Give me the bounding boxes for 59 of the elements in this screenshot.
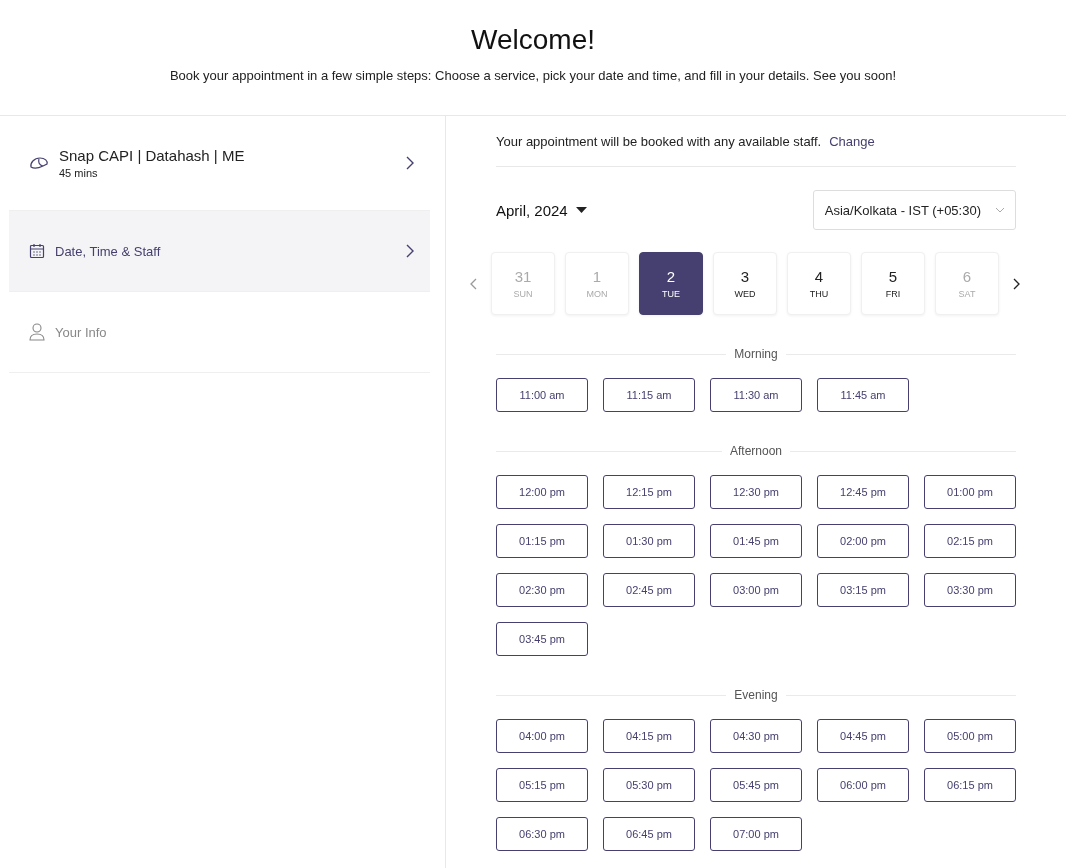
time-slot-button[interactable]: 12:00 pm [496, 475, 588, 509]
time-slot-button[interactable]: 12:30 pm [710, 475, 802, 509]
time-slot-button[interactable]: 01:15 pm [496, 524, 588, 558]
chevron-down-icon [995, 207, 1005, 213]
time-slot-button[interactable]: 02:15 pm [924, 524, 1016, 558]
step-label: Date, Time & Staff [55, 243, 162, 259]
day-card[interactable]: 3 WED [713, 252, 777, 315]
calendar-icon [29, 243, 45, 259]
time-slot-button[interactable]: 12:45 pm [817, 475, 909, 509]
step-label: Snap CAPI | Datahash | ME [59, 147, 246, 164]
section-heading: Morning [734, 347, 778, 361]
time-slot-button[interactable]: 02:45 pm [603, 573, 695, 607]
step-item[interactable]: Date, Time & Staff [9, 211, 430, 292]
day-card[interactable]: 4 THU [787, 252, 851, 315]
time-slot-button[interactable]: 11:00 am [496, 378, 588, 412]
chevron-left-icon [470, 277, 477, 290]
chevron-right-icon [406, 156, 414, 170]
staff-note: Your appointment will be booked with any available staff. [496, 133, 822, 149]
chevron-right-icon [1013, 277, 1020, 290]
time-slot-button[interactable]: 04:15 pm [603, 719, 695, 753]
time-slot-button[interactable]: 02:30 pm [496, 573, 588, 607]
time-slot-button[interactable]: 05:45 pm [710, 768, 802, 802]
person-icon [29, 323, 45, 341]
time-slot-button[interactable]: 04:45 pm [817, 719, 909, 753]
time-slot-button[interactable]: 11:15 am [603, 378, 695, 412]
timezone-dropdown[interactable]: Asia/Kolkata - IST (+05:30) [812, 190, 1016, 230]
time-slot-button[interactable]: 04:30 pm [710, 719, 802, 753]
step-label: Your Info [55, 324, 108, 340]
page-title: Welcome! [470, 24, 596, 56]
change-link[interactable]: Change [829, 133, 875, 149]
caret-icon [575, 207, 587, 213]
time-slot-button[interactable]: 01:30 pm [603, 524, 695, 558]
section-heading: Evening [734, 688, 778, 702]
section-heading: Afternoon [730, 444, 783, 458]
time-slot-button[interactable]: 01:45 pm [710, 524, 802, 558]
time-slot-button[interactable]: 02:00 pm [817, 524, 909, 558]
time-slot-button[interactable]: 03:00 pm [710, 573, 802, 607]
time-slot-button[interactable]: 06:15 pm [924, 768, 1016, 802]
time-slot-button[interactable]: 05:30 pm [603, 768, 695, 802]
step-duration: 45 mins [59, 167, 99, 179]
time-slot-button[interactable]: 06:00 pm [817, 768, 909, 802]
time-slot-button[interactable]: 01:00 pm [924, 475, 1016, 509]
time-slot-button[interactable]: 05:15 pm [496, 768, 588, 802]
time-slot-button[interactable]: 07:00 pm [710, 817, 802, 851]
day-card[interactable]: 5 FRI [861, 252, 925, 315]
time-slot-button[interactable]: 03:30 pm [924, 573, 1016, 607]
time-slot-button[interactable]: 12:15 pm [603, 475, 695, 509]
time-slot-button[interactable]: 11:30 am [710, 378, 802, 412]
time-slot-button[interactable]: 06:30 pm [496, 817, 588, 851]
time-slot-button[interactable]: 04:00 pm [496, 719, 588, 753]
time-slot-button[interactable]: 03:45 pm [496, 622, 588, 656]
time-slot-button[interactable]: 03:15 pm [817, 573, 909, 607]
page-subtitle: Book your appointment in a few simple steps: Choose a service, pick your date and time, and fill in your details. See you soon! [168, 68, 898, 83]
month-picker[interactable]: April, 2024 [496, 201, 587, 219]
day-card[interactable]: 2 TUE [639, 252, 703, 315]
time-slot-button[interactable]: 06:45 pm [603, 817, 695, 851]
time-slot-button[interactable]: 11:45 am [817, 378, 909, 412]
chevron-right-icon [406, 244, 414, 258]
time-slot-button[interactable]: 05:00 pm [924, 719, 1016, 753]
